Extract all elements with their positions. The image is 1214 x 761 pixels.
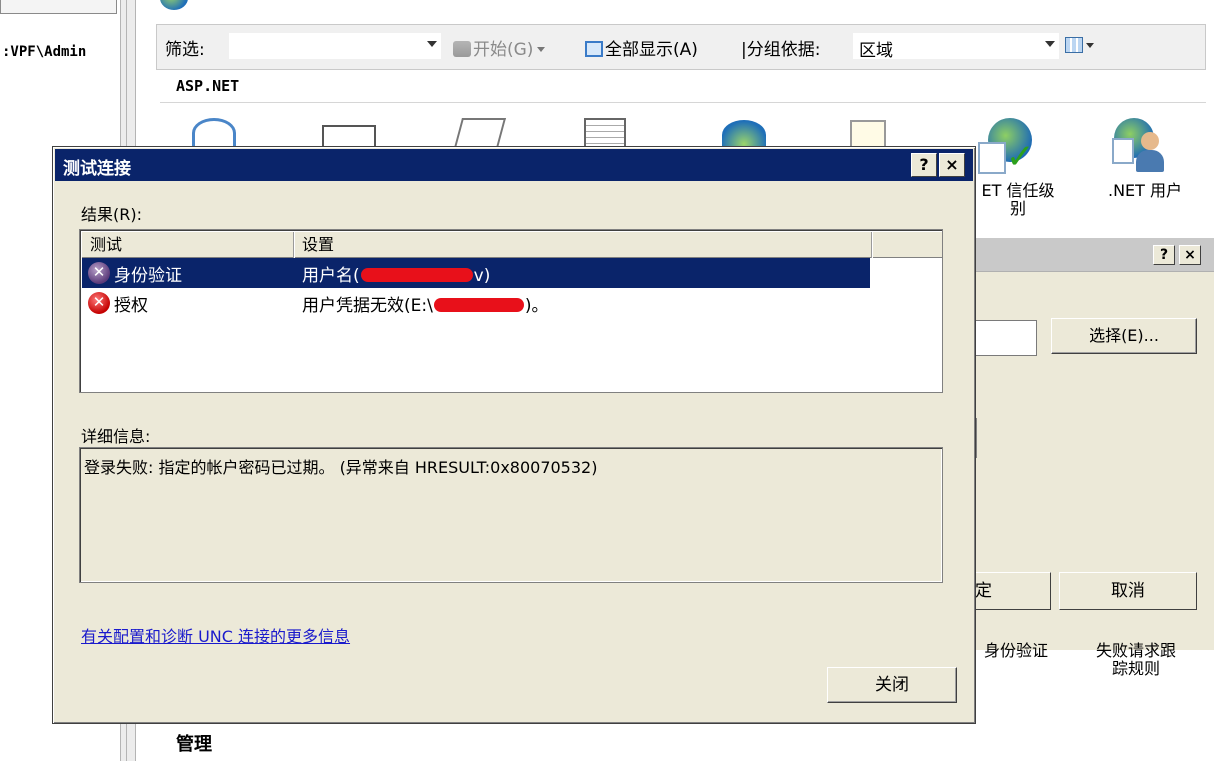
group-by-select[interactable]: 区域 <box>853 33 1059 61</box>
section-manage-header: 管理 <box>176 734 212 755</box>
binoculars-icon <box>453 41 471 57</box>
net-users-label[interactable]: .NET 用户 <box>1090 182 1200 200</box>
unc-help-link[interactable]: 有关配置和诊断 UNC 连接的更多信息 <box>81 623 350 647</box>
row-setting-value: 用户凭据无效(E:\ )。 <box>302 291 548 316</box>
show-all-label: 全部显示(A) <box>605 40 698 60</box>
row-setting-value: 用户名( v) <box>302 261 490 286</box>
chevron-down-icon[interactable] <box>427 41 437 47</box>
test-connection-dialog: 测试连接 ? × 结果(R): 测试 设置 ✕ 身份验证 用户名( v) ✕ 授权… <box>52 146 976 724</box>
section-divider <box>160 102 1206 103</box>
chevron-down-icon[interactable] <box>537 47 546 52</box>
list-item-authorization[interactable]: ✕ 授权 用户凭据无效(E:\ )。 <box>82 288 870 318</box>
close-button[interactable]: 关闭 <box>827 667 957 703</box>
chevron-down-icon[interactable] <box>1045 41 1055 47</box>
error-icon: ✕ <box>88 292 110 314</box>
group-by-label: |分组依据: <box>741 40 821 60</box>
trust-level-icon[interactable]: ✓ <box>978 118 1040 176</box>
cancel-button[interactable]: 取消 <box>1059 572 1197 610</box>
details-textbox[interactable]: 登录失败: 指定的帐户密码已过期。 (异常来自 HRESULT:0x800705… <box>79 447 943 583</box>
redaction-mark <box>360 268 473 282</box>
select-button[interactable]: 选择(E)... <box>1051 318 1197 354</box>
start-filter-button[interactable]: 开始(G) <box>453 35 549 60</box>
net-profile-icon[interactable] <box>584 118 626 148</box>
start-filter-label: 开始(G) <box>473 40 534 60</box>
setting-prefix: 用户凭据无效(E:\ <box>302 296 433 316</box>
filter-label: 筛选: <box>165 40 205 60</box>
filter-input[interactable] <box>229 33 441 59</box>
section-aspnet-header: ASP.NET <box>176 77 240 95</box>
setting-suffix: v) <box>473 266 491 286</box>
trust-level-label[interactable]: ET 信任级 别 <box>968 182 1068 218</box>
help-button[interactable]: ? <box>911 153 937 177</box>
chevron-down-icon[interactable] <box>1086 43 1094 48</box>
row-test-name: 身份验证 <box>114 266 182 286</box>
redaction-mark <box>433 298 524 312</box>
row-test-name: 授权 <box>114 296 148 316</box>
net-error-pages-icon[interactable] <box>322 125 376 147</box>
results-list[interactable]: 测试 设置 ✕ 身份验证 用户名( v) ✕ 授权 用户凭据无效(E:\ )。 <box>79 229 943 393</box>
failed-request-tracing-label[interactable]: 失败请求跟 踪规则 <box>1084 642 1188 678</box>
setting-suffix: )。 <box>524 296 549 316</box>
column-header-spacer <box>872 232 942 258</box>
authentication-label[interactable]: 身份验证 <box>968 642 1064 660</box>
close-button[interactable]: × <box>1179 245 1201 265</box>
setting-prefix: 用户名( <box>302 266 360 286</box>
dialog-title: 测试连接 <box>63 159 131 179</box>
results-label: 结果(R): <box>81 205 142 224</box>
column-header-setting[interactable]: 设置 <box>294 232 872 258</box>
details-label: 详细信息: <box>81 427 151 446</box>
path-credentials-title-bar[interactable]: ? × <box>961 238 1214 272</box>
view-toggle-icon[interactable] <box>1065 37 1083 53</box>
error-icon: ✕ <box>88 262 110 284</box>
show-all-button[interactable]: 全部显示(A) <box>585 35 698 60</box>
connections-toolbar <box>0 0 117 14</box>
path-credentials-dialog: ? × 选择(E)... 定 取消 <box>960 238 1214 650</box>
column-header-test[interactable]: 测试 <box>82 232 294 258</box>
dialog-title-bar[interactable]: 测试连接 ? × <box>55 149 973 181</box>
close-icon[interactable]: × <box>939 153 965 177</box>
net-users-icon[interactable] <box>1108 118 1170 176</box>
net-globalization-icon[interactable] <box>453 118 507 148</box>
list-header: 测试 设置 <box>82 232 942 258</box>
filter-toolbar: 筛选: 开始(G) 全部显示(A) |分组依据: 区域 <box>156 24 1206 70</box>
connection-node-path[interactable]: :VPF\Admin <box>2 44 86 60</box>
net-compilation-icon[interactable] <box>192 118 236 148</box>
list-item-authentication[interactable]: ✕ 身份验证 用户名( v) <box>82 258 870 288</box>
show-all-icon <box>585 41 603 57</box>
help-button[interactable]: ? <box>1153 245 1175 265</box>
